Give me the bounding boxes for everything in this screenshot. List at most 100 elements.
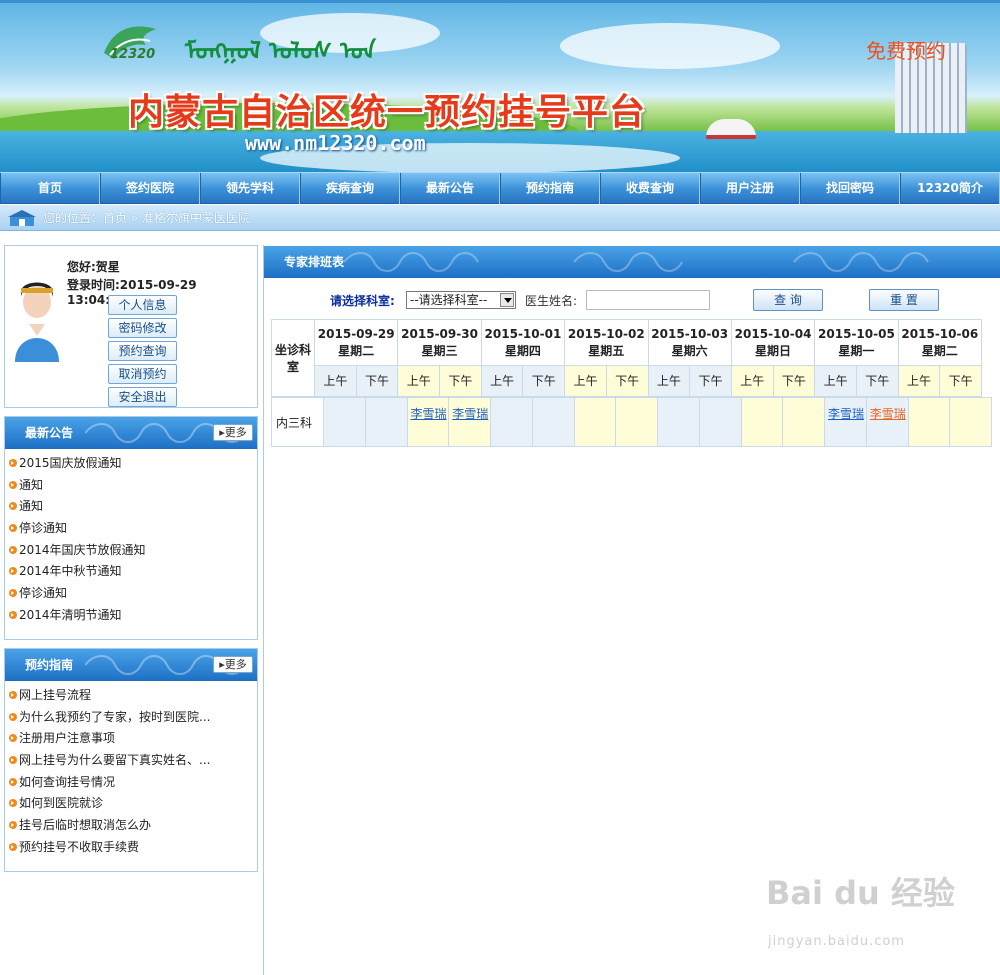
slot-cell (573, 397, 617, 447)
list-item[interactable]: 网上挂号流程 (9, 685, 257, 707)
pm-header: 下午 (855, 365, 899, 397)
am-header: 上午 (314, 365, 357, 397)
arrow-bullet-icon (9, 459, 17, 467)
day-date: 2015-10-04 (734, 326, 812, 341)
nav-hospitals[interactable]: 签约医院 (100, 173, 200, 204)
notice-link[interactable]: 2014年国庆节放假通知 (19, 543, 146, 557)
profile-button[interactable]: 个人信息 (108, 295, 177, 315)
cancel-booking-button[interactable]: 取消预约 (108, 364, 177, 384)
list-item[interactable]: 停诊通知 (9, 583, 257, 605)
day-date: 2015-09-30 (401, 326, 478, 341)
notice-link[interactable]: 2014年清明节通知 (19, 608, 122, 622)
list-item[interactable]: 2015国庆放假通知 (9, 453, 257, 475)
slot-cell (698, 397, 742, 447)
column-divider (263, 245, 264, 975)
breadcrumb-home-link[interactable]: 首页 (103, 211, 127, 225)
guide-link[interactable]: 挂号后临时想取消怎么办 (19, 818, 151, 832)
chevron-down-icon[interactable] (500, 293, 514, 307)
doctor-link[interactable]: 李雪瑞 (449, 398, 490, 424)
doctor-link[interactable]: 李雪瑞 (408, 398, 449, 424)
day-date: 2015-10-06 (901, 326, 979, 341)
pm-header: 下午 (772, 365, 816, 397)
breadcrumb: 您的位置：首页 » 准格尔旗中蒙医医院 (0, 205, 1000, 231)
day-date: 2015-09-29 (317, 326, 395, 341)
schedule-header: 专家排班表 (264, 246, 1000, 278)
guide-more-button[interactable]: ▸更多 (213, 656, 253, 673)
department-column-header: 坐诊科室 (271, 319, 315, 397)
doctor-link[interactable]: 李雪瑞 (825, 398, 866, 424)
list-item[interactable]: 注册用户注意事项 (9, 728, 257, 750)
doctor-name-input[interactable] (586, 290, 710, 310)
guide-link[interactable]: 网上挂号流程 (19, 688, 91, 702)
reset-button[interactable]: 重 置 (869, 289, 939, 311)
change-password-button[interactable]: 密码修改 (108, 318, 177, 338)
list-item[interactable]: 如何到医院就诊 (9, 793, 257, 815)
nav-disciplines[interactable]: 领先学科 (200, 173, 300, 204)
list-item[interactable]: 通知 (9, 475, 257, 497)
slot-cell: 李雪瑞 (448, 397, 491, 447)
list-item[interactable]: 挂号后临时想取消怎么办 (9, 815, 257, 837)
slot-cell (615, 397, 658, 447)
pm-header: 下午 (689, 365, 732, 397)
arrow-bullet-icon (9, 799, 17, 808)
guide-link[interactable]: 预约挂号不收取手续费 (19, 840, 139, 854)
list-item[interactable]: 2014年中秋节通知 (9, 561, 257, 583)
notice-link[interactable]: 2014年中秋节通知 (19, 564, 122, 578)
arrow-bullet-icon (9, 545, 17, 554)
am-header: 上午 (897, 365, 941, 397)
doctor-name-label: 医生姓名: (525, 294, 578, 308)
list-item[interactable]: 通知 (9, 496, 257, 518)
booking-query-button[interactable]: 预约查询 (108, 341, 177, 361)
guide-link[interactable]: 为什么我预约了专家，按时到医院... (19, 710, 210, 724)
list-item[interactable]: 2014年国庆节放假通知 (9, 540, 257, 562)
nav-fees[interactable]: 收费查询 (600, 173, 700, 204)
guide-link[interactable]: 如何查询挂号情况 (19, 775, 115, 789)
logout-button[interactable]: 安全退出 (108, 387, 177, 407)
day-weekday: 星期二 (921, 343, 958, 358)
guide-panel-header: 预约指南 ▸更多 (5, 649, 257, 681)
list-item[interactable]: 停诊通知 (9, 518, 257, 540)
doctor-link[interactable]: 李雪瑞 (867, 398, 908, 424)
am-header: 上午 (814, 365, 857, 397)
day-weekday: 星期二 (338, 343, 375, 358)
list-item[interactable]: 网上挂号为什么要留下真实姓名、... (9, 750, 257, 772)
arrow-bullet-icon (9, 821, 17, 830)
user-greeting: 您好:贺星 (67, 260, 120, 274)
notice-link[interactable]: 通知 (19, 478, 43, 492)
nav-disease-search[interactable]: 疾病查询 (300, 173, 400, 204)
search-button[interactable]: 查 询 (753, 289, 823, 311)
logo-badge-text: 12320 (110, 47, 156, 62)
list-item[interactable]: 预约挂号不收取手续费 (9, 837, 257, 859)
nav-announcements[interactable]: 最新公告 (400, 173, 500, 204)
guide-list: 网上挂号流程 为什么我预约了专家，按时到医院... 注册用户注意事项 网上挂号为… (5, 681, 257, 859)
notices-more-button[interactable]: ▸更多 (213, 424, 253, 441)
slot-cell (657, 397, 700, 447)
nav-register[interactable]: 用户注册 (700, 173, 800, 204)
baidu-watermark-url: jingyan.baidu.com (768, 934, 905, 949)
notice-link[interactable]: 通知 (19, 499, 43, 513)
guide-link[interactable]: 网上挂号为什么要留下真实姓名、... (19, 753, 210, 767)
notice-link[interactable]: 停诊通知 (19, 521, 67, 535)
list-item[interactable]: 如何查询挂号情况 (9, 772, 257, 794)
department-label: 请选择科室: (330, 294, 395, 308)
list-item[interactable]: 2014年清明节通知 (9, 605, 257, 627)
breadcrumb-separator: » (130, 211, 139, 225)
arrow-bullet-icon (9, 777, 17, 786)
am-header: 上午 (647, 365, 691, 397)
nav-about-12320[interactable]: 12320简介 (900, 173, 1000, 204)
department-select[interactable]: --请选择科室-- (406, 291, 516, 309)
nav-home[interactable]: 首页 (0, 173, 100, 204)
guide-panel: 预约指南 ▸更多 网上挂号流程 为什么我预约了专家，按时到医院... 注册用户注… (4, 648, 258, 872)
slot-cell (531, 397, 575, 447)
pm-header: 下午 (439, 365, 482, 397)
notice-link[interactable]: 停诊通知 (19, 586, 67, 600)
guide-link[interactable]: 如何到医院就诊 (19, 796, 103, 810)
list-item[interactable]: 为什么我预约了专家，按时到医院... (9, 707, 257, 729)
nav-guide[interactable]: 预约指南 (500, 173, 600, 204)
am-header: 上午 (480, 365, 524, 397)
department-select-value: --请选择科室-- (410, 293, 488, 307)
day-weekday: 星期四 (504, 343, 541, 358)
nav-recover-password[interactable]: 找回密码 (800, 173, 900, 204)
guide-link[interactable]: 注册用户注意事项 (19, 731, 115, 745)
notice-link[interactable]: 2015国庆放假通知 (19, 456, 122, 470)
